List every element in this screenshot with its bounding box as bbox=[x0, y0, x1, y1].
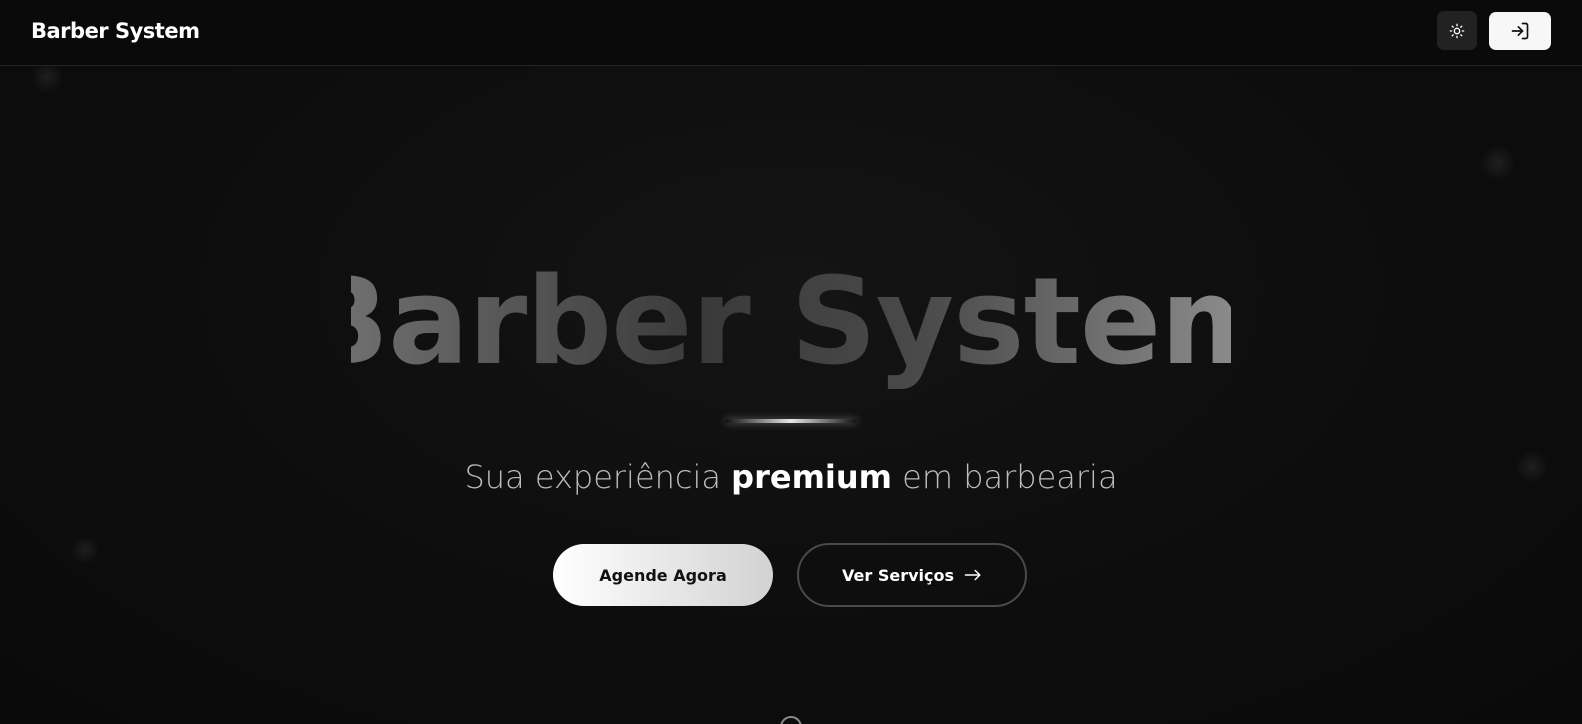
view-services-button[interactable]: Ver Serviços bbox=[797, 543, 1027, 607]
book-now-label: Agende Agora bbox=[599, 565, 727, 585]
login-icon bbox=[1511, 22, 1529, 40]
background-orb bbox=[1480, 145, 1516, 181]
login-button[interactable] bbox=[1489, 12, 1551, 50]
landing-page: Barber System Barber System Sua experiên… bbox=[0, 0, 1582, 724]
tagline-highlight: premium bbox=[731, 458, 892, 496]
book-now-button[interactable]: Agende Agora bbox=[553, 544, 773, 606]
background-orb bbox=[70, 535, 100, 565]
top-navbar: Barber System bbox=[0, 0, 1582, 66]
tagline-text-before: Sua experiência bbox=[464, 458, 732, 496]
scroll-down-indicator[interactable] bbox=[780, 716, 802, 724]
arrow-right-icon bbox=[964, 569, 981, 581]
hero-divider bbox=[725, 419, 857, 423]
sun-icon bbox=[1449, 23, 1465, 38]
tagline-text-after: em barbearia bbox=[892, 458, 1118, 496]
hero-title: Barber System bbox=[0, 248, 1582, 398]
hero-tagline: Sua experiência premium em barbearia bbox=[0, 457, 1582, 497]
brand-logo[interactable]: Barber System bbox=[31, 19, 200, 43]
view-services-label: Ver Serviços bbox=[842, 565, 954, 585]
theme-toggle-button[interactable] bbox=[1437, 11, 1477, 50]
